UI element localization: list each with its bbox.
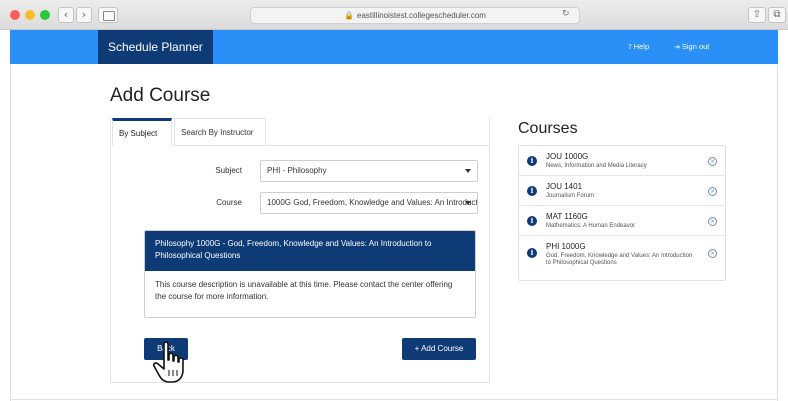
course-name: News, Information and Media Literacy — [546, 163, 647, 169]
page-border-bottom — [10, 399, 778, 400]
course-list-item[interactable]: i PHI 1000G God, Freedom, Knowledge and … — [519, 236, 725, 280]
hand-cursor-icon — [152, 341, 184, 383]
sign-out-link[interactable]: ⇥ Sign out — [674, 30, 709, 64]
info-icon[interactable]: i — [527, 248, 537, 258]
lock-icon: 🔒 — [344, 11, 354, 20]
dropdown-caret-icon — [465, 201, 471, 205]
browser-back-button[interactable]: ‹ — [58, 7, 74, 23]
dropdown-caret-icon — [465, 169, 471, 173]
remove-course-icon[interactable]: × — [708, 217, 717, 226]
help-label: Help — [633, 42, 650, 51]
subject-label: Subject — [215, 166, 242, 175]
course-list-item[interactable]: i JOU 1000G News, Information and Media … — [519, 146, 725, 176]
app-header: Schedule Planner ? Help ⇥ Sign out — [10, 30, 778, 64]
info-icon[interactable]: i — [527, 156, 537, 166]
tab-by-subject[interactable]: By Subject — [112, 118, 172, 146]
tab-search-by-instructor[interactable]: Search By Instructor — [174, 118, 266, 146]
url-text: eastillinoistest.collegescheduler.com — [357, 11, 486, 20]
address-bar[interactable]: 🔒 eastillinoistest.collegescheduler.com — [250, 7, 580, 24]
course-code: JOU 1000G — [546, 152, 589, 161]
course-list-item[interactable]: i MAT 1160G Mathematics: A Human Endeavo… — [519, 206, 725, 236]
course-name: Mathematics: A Human Endeavor — [546, 223, 636, 229]
course-description-body: This course description is unavailable a… — [155, 280, 453, 301]
info-icon[interactable]: i — [527, 216, 537, 226]
courses-heading: Courses — [518, 120, 578, 137]
subject-select[interactable]: PHI - Philosophy — [260, 160, 478, 182]
course-code: JOU 1401 — [546, 182, 583, 191]
tab-divider — [266, 145, 490, 146]
share-button[interactable]: ⇧ — [748, 7, 766, 23]
browser-toolbar: ‹ › 🔒 eastillinoistest.collegescheduler.c… — [0, 0, 788, 30]
page-border-left — [10, 64, 11, 401]
share-icon: ⇧ — [752, 9, 762, 20]
close-window-button[interactable] — [10, 10, 20, 20]
sign-out-label: Sign out — [681, 42, 710, 51]
help-link[interactable]: ? Help — [628, 30, 649, 64]
subject-select-value: PHI - Philosophy — [267, 166, 327, 175]
course-list: i JOU 1000G News, Information and Media … — [518, 145, 726, 281]
add-course-button[interactable]: + Add Course — [402, 338, 476, 360]
minimize-window-button[interactable] — [25, 10, 35, 20]
remove-course-icon[interactable]: × — [708, 249, 717, 258]
chevron-left-icon: ‹ — [63, 8, 69, 21]
course-code: MAT 1160G — [546, 212, 588, 221]
sidebar-toggle-button[interactable] — [98, 7, 118, 23]
course-description-card: Philosophy 1000G - God, Freedom, Knowled… — [144, 230, 476, 318]
course-select-value: 1000G God, Freedom, Knowledge and Values… — [267, 198, 478, 207]
reload-icon[interactable]: ↻ — [562, 9, 570, 19]
course-code: PHI 1000G — [546, 242, 586, 251]
page-title: Add Course — [110, 85, 211, 106]
tabs-icon: ⧉ — [773, 9, 781, 20]
course-name: Journalism Forum — [546, 193, 595, 199]
course-list-item[interactable]: i JOU 1401 Journalism Forum × — [519, 176, 725, 206]
browser-forward-button[interactable]: › — [76, 7, 92, 23]
course-select[interactable]: 1000G God, Freedom, Knowledge and Values… — [260, 192, 478, 214]
page-border-right — [777, 64, 778, 401]
sign-out-icon: ⇥ — [674, 43, 680, 51]
brand-title[interactable]: Schedule Planner — [98, 30, 213, 64]
tabs-overview-button[interactable]: ⧉ — [768, 7, 786, 23]
help-icon: ? — [628, 43, 632, 51]
remove-course-icon[interactable]: × — [708, 187, 717, 196]
info-icon[interactable]: i — [527, 186, 537, 196]
course-label: Course — [216, 198, 242, 207]
chevron-right-icon: › — [81, 8, 87, 21]
remove-course-icon[interactable]: × — [708, 157, 717, 166]
zoom-window-button[interactable] — [40, 10, 50, 20]
course-description-heading: Philosophy 1000G - God, Freedom, Knowled… — [145, 231, 475, 271]
course-name: God, Freedom, Knowledge and Values: An I… — [546, 253, 693, 266]
